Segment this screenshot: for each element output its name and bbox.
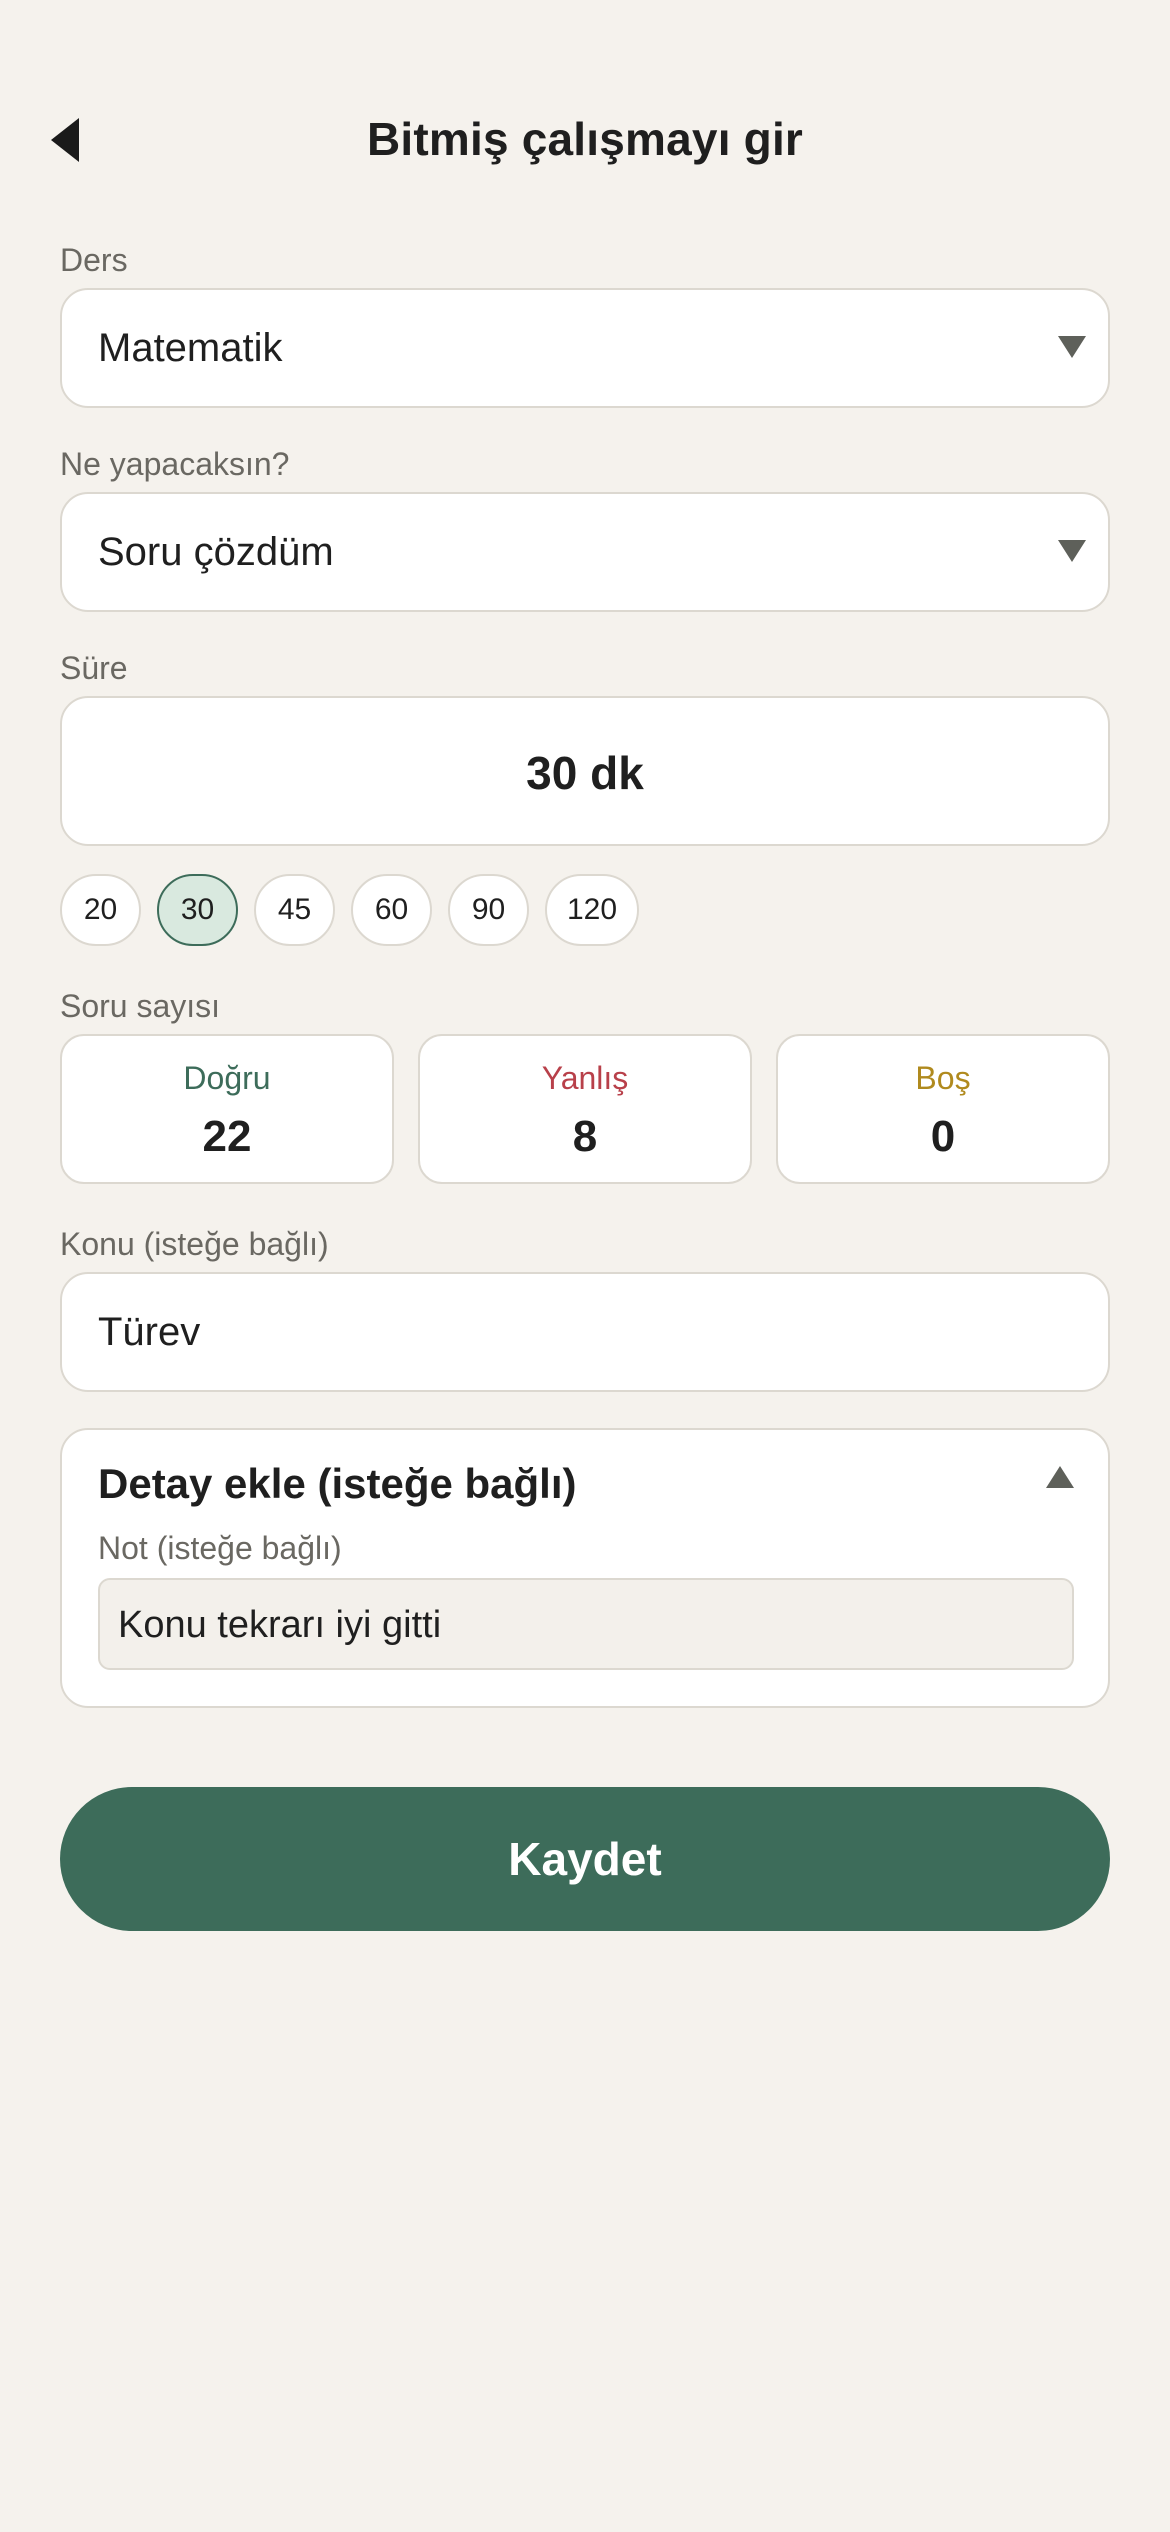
wrong-label: Yanlış bbox=[541, 1060, 629, 1096]
subject-label: Ders bbox=[60, 242, 128, 278]
chevron-up-icon[interactable] bbox=[1046, 1466, 1074, 1488]
note-input[interactable]: Konu tekrarı iyi gitti bbox=[98, 1578, 1074, 1670]
log-session-screen: Bitmiş çalışmayı gir Ders Matematik Ne y… bbox=[0, 0, 1170, 2532]
duration-chip-20[interactable]: 20 bbox=[60, 874, 141, 946]
subject-select[interactable]: Matematik bbox=[60, 288, 1110, 408]
correct-label: Doğru bbox=[183, 1060, 271, 1096]
save-button[interactable]: Kaydet bbox=[60, 1787, 1110, 1931]
subject-select-value: Matematik bbox=[98, 326, 283, 370]
duration-presets: 20 30 45 60 90 120 bbox=[60, 874, 640, 946]
blank-count-field[interactable]: Boş 0 bbox=[776, 1034, 1110, 1184]
duration-value: 30 dk bbox=[526, 747, 644, 799]
blank-value: 0 bbox=[930, 1112, 956, 1161]
activity-label: Ne yapacaksın? bbox=[60, 446, 290, 482]
topic-input[interactable]: Türev bbox=[60, 1272, 1110, 1392]
blank-label: Boş bbox=[915, 1060, 971, 1096]
wrong-count-field[interactable]: Yanlış 8 bbox=[418, 1034, 752, 1184]
correct-count-field[interactable]: Doğru 22 bbox=[60, 1034, 394, 1184]
duration-chip-90[interactable]: 90 bbox=[448, 874, 529, 946]
details-toggle[interactable]: Detay ekle (isteğe bağlı) bbox=[98, 1460, 577, 1508]
activity-select-value: Soru çözdüm bbox=[98, 530, 334, 574]
question-count-label: Soru sayısı bbox=[60, 988, 221, 1024]
duration-label: Süre bbox=[60, 650, 128, 686]
duration-chip-120[interactable]: 120 bbox=[545, 874, 640, 946]
activity-select[interactable]: Soru çözdüm bbox=[60, 492, 1110, 612]
chevron-down-icon bbox=[1058, 336, 1086, 358]
duration-display[interactable]: 30 dk bbox=[60, 696, 1110, 846]
wrong-value: 8 bbox=[572, 1112, 598, 1161]
chevron-down-icon bbox=[1058, 540, 1086, 562]
duration-chip-45[interactable]: 45 bbox=[254, 874, 335, 946]
duration-chip-30[interactable]: 30 bbox=[157, 874, 238, 946]
duration-chip-60[interactable]: 60 bbox=[351, 874, 432, 946]
note-input-value: Konu tekrarı iyi gitti bbox=[118, 1604, 442, 1646]
details-section: Detay ekle (isteğe bağlı) Not (isteğe ba… bbox=[60, 1428, 1110, 1708]
note-label: Not (isteğe bağlı) bbox=[98, 1530, 342, 1566]
topic-input-value: Türev bbox=[98, 1310, 201, 1354]
header: Bitmiş çalışmayı gir bbox=[0, 90, 1170, 190]
page-title: Bitmiş çalışmayı gir bbox=[366, 113, 804, 165]
topic-label: Konu (isteğe bağlı) bbox=[60, 1226, 329, 1262]
correct-value: 22 bbox=[202, 1112, 252, 1161]
